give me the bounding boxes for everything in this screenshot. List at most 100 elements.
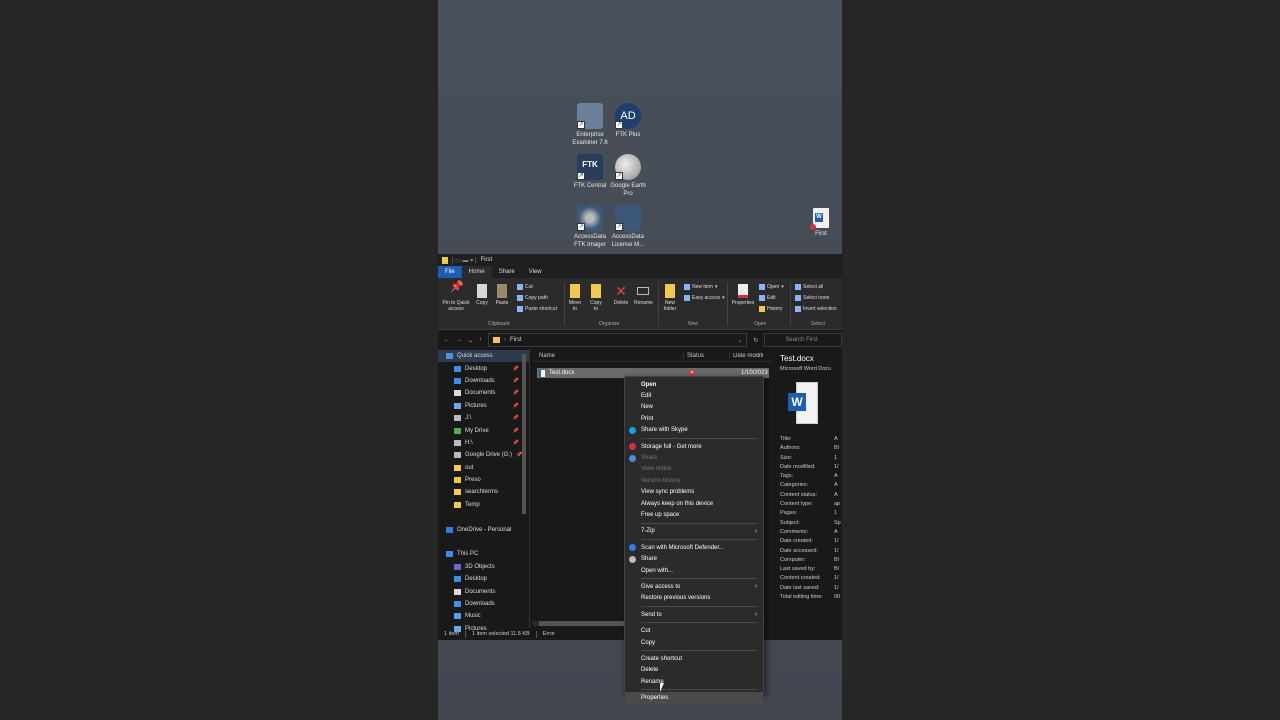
nav-item[interactable]: 3D Objects xyxy=(438,561,529,573)
tab-file[interactable]: File xyxy=(438,266,462,278)
property-value[interactable]: 1 xyxy=(834,455,837,461)
select-none-button[interactable]: Select none xyxy=(795,295,829,301)
forward-arrow-icon[interactable]: → xyxy=(456,337,462,343)
copy-path-button[interactable]: Copy path xyxy=(517,295,548,301)
menu-item-7-zip[interactable]: 7-Zip › xyxy=(625,526,763,537)
paste-shortcut-button[interactable]: Paste shortcut xyxy=(517,306,557,312)
menu-item-print[interactable]: Print xyxy=(625,413,763,424)
nav-scrollbar[interactable] xyxy=(522,354,526,514)
nav-item[interactable]: Desktop xyxy=(438,573,529,585)
property-value[interactable]: ap xyxy=(834,501,840,507)
nav-item[interactable]: J:\ 📌 xyxy=(438,412,529,424)
menu-item-open[interactable]: Open xyxy=(625,379,763,390)
copy-button[interactable]: Copy xyxy=(474,284,490,306)
menu-item-copy[interactable]: Copy xyxy=(625,637,763,648)
open-button[interactable]: Open ▾ xyxy=(759,284,784,290)
property-value[interactable]: 1/ xyxy=(834,464,839,470)
up-arrow-icon[interactable]: ↑ xyxy=(479,337,482,343)
property-value[interactable]: Bl xyxy=(834,557,839,563)
pin-quick-access-button[interactable]: 📌 Pin to Quick access xyxy=(441,282,471,313)
property-value[interactable]: 1/ xyxy=(834,575,839,581)
tab-home[interactable]: Home xyxy=(461,266,492,278)
address-bar[interactable]: › First ⌄ xyxy=(488,333,748,347)
move-to-button[interactable]: Move to xyxy=(567,284,583,312)
nav-item[interactable]: My Drive 📌 xyxy=(438,424,529,436)
copy-to-button[interactable]: Copy to xyxy=(588,284,604,312)
menu-item-new[interactable]: New xyxy=(625,402,763,413)
nav-item[interactable]: Music xyxy=(438,610,529,622)
menu-item-give-access-to[interactable]: Give access to › xyxy=(625,581,763,592)
property-value[interactable]: Sp xyxy=(834,520,841,526)
property-value[interactable]: 1/ xyxy=(834,538,839,544)
menu-item-send-to[interactable]: Send to › xyxy=(625,609,763,620)
nav-item[interactable]: Temp xyxy=(438,499,529,511)
menu-item-free-up-space[interactable]: Free up space xyxy=(625,509,763,520)
nav-item[interactable]: Documents 📌 xyxy=(438,387,529,399)
menu-item-delete[interactable]: Delete xyxy=(625,665,763,676)
nav-item[interactable]: Documents xyxy=(438,585,529,597)
menu-item-share-with-skype[interactable]: Share with Skype xyxy=(625,425,763,436)
menu-item-open-with[interactable]: Open with... xyxy=(625,565,763,576)
nav-item[interactable]: Quick access xyxy=(438,350,529,363)
back-arrow-icon[interactable]: ← xyxy=(444,337,450,343)
property-value[interactable]: 1/ xyxy=(834,548,839,554)
column-header-status[interactable]: Status xyxy=(683,352,729,359)
desktop-icon-ftk-plus[interactable]: AD ↗ FTK Plus xyxy=(607,103,649,139)
property-value[interactable]: A xyxy=(834,482,838,488)
quick-access-toolbar[interactable]: | ▭ ▬ ▾ | xyxy=(452,257,476,264)
nav-item[interactable]: searchterms xyxy=(438,486,529,498)
properties-button[interactable]: Properties xyxy=(730,284,756,306)
delete-button[interactable]: ✕ Delete xyxy=(612,284,630,306)
menu-item-view-sync-problems[interactable]: View sync problems xyxy=(625,487,763,498)
column-header-name[interactable]: Name xyxy=(533,353,683,359)
desktop-icon-google-earth[interactable]: ↗ Google Earth Pro xyxy=(607,154,649,198)
menu-item-rename[interactable]: Rename xyxy=(625,676,763,687)
cut-button[interactable]: Cut xyxy=(517,284,533,290)
menu-item-properties[interactable]: Properties xyxy=(625,692,763,704)
rename-button[interactable]: Rename xyxy=(634,284,653,306)
menu-item-create-shortcut[interactable]: Create shortcut xyxy=(625,653,763,664)
property-value[interactable]: 00 xyxy=(834,594,840,600)
property-value[interactable]: 1 xyxy=(834,510,837,516)
easy-access-button[interactable]: Easy access ▾ xyxy=(684,295,725,301)
menu-item-edit[interactable]: Edit xyxy=(625,390,763,401)
edit-button[interactable]: Edit xyxy=(759,295,776,301)
menu-item-scan-with-microsoft-defender[interactable]: Scan with Microsoft Defender... xyxy=(625,542,763,553)
menu-item-always-keep-on-this-device[interactable]: Always keep on this device xyxy=(625,498,763,509)
desktop-icon-license-manager[interactable]: ↗ AccessData License M... xyxy=(607,205,649,249)
search-input[interactable]: Search First xyxy=(764,333,842,347)
property-value[interactable]: A xyxy=(834,492,838,498)
property-value[interactable]: A xyxy=(834,436,838,442)
nav-item[interactable]: Downloads xyxy=(438,598,529,610)
desktop-icon-ftk-imager[interactable]: ↗ AccessData FTK Imager xyxy=(569,205,611,249)
tab-view[interactable]: View xyxy=(522,266,549,278)
new-folder-button[interactable]: New folder xyxy=(661,284,679,312)
property-value[interactable]: Bl xyxy=(834,445,839,451)
nav-item[interactable]: Preso xyxy=(438,474,529,486)
property-value[interactable]: 1/ xyxy=(834,585,839,591)
property-value[interactable]: A xyxy=(834,529,838,535)
property-value[interactable]: Bl xyxy=(834,566,839,572)
nav-item[interactable]: Desktop 📌 xyxy=(438,362,529,374)
new-item-button[interactable]: New item ▾ xyxy=(684,284,717,290)
nav-item[interactable]: out xyxy=(438,462,529,474)
nav-item[interactable]: H:\ 📌 xyxy=(438,437,529,449)
breadcrumb-current[interactable]: First xyxy=(510,337,522,343)
nav-item[interactable]: Downloads 📌 xyxy=(438,375,529,387)
refresh-icon[interactable]: ↻ xyxy=(753,337,758,344)
nav-item[interactable]: OneDrive - Personal xyxy=(438,523,529,535)
address-dropdown-icon[interactable]: ⌄ xyxy=(737,337,742,344)
invert-selection-button[interactable]: Invert selection xyxy=(795,306,837,312)
recent-chevron-down-icon[interactable]: ⌄ xyxy=(468,337,473,344)
menu-item-storage-full-get-more[interactable]: Storage full - Get more xyxy=(625,441,763,452)
column-header-date[interactable]: Date modifi xyxy=(729,352,769,359)
desktop-icon-ftk-central[interactable]: FTK ↗ FTK Central xyxy=(569,154,611,190)
history-button[interactable]: History xyxy=(759,306,783,312)
property-value[interactable]: A xyxy=(834,473,838,479)
nav-item[interactable]: Pictures 📌 xyxy=(438,400,529,412)
desktop-icon-enterprise-examiner[interactable]: ↗ Enterprise Examiner 7.6 xyxy=(569,103,611,147)
menu-item-share[interactable]: Share xyxy=(625,553,763,564)
nav-item[interactable]: This PC xyxy=(438,548,529,560)
paste-button[interactable]: Paste xyxy=(494,284,510,306)
menu-item-restore-previous-versions[interactable]: Restore previous versions xyxy=(625,593,763,604)
